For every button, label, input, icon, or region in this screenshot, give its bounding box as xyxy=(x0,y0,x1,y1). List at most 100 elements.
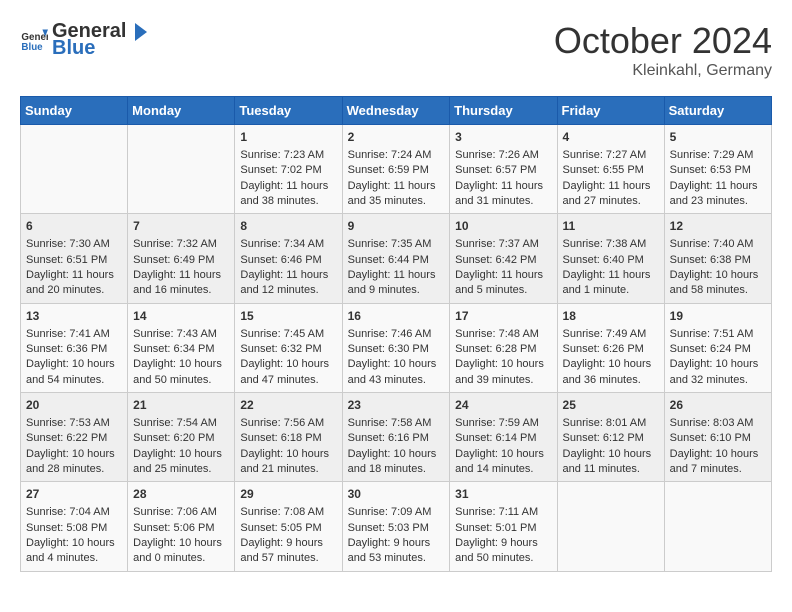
calendar-cell: 20Sunrise: 7:53 AMSunset: 6:22 PMDayligh… xyxy=(21,393,128,482)
day-number: 26 xyxy=(670,397,766,414)
calendar-cell: 24Sunrise: 7:59 AMSunset: 6:14 PMDayligh… xyxy=(450,393,557,482)
sunrise-text: Sunrise: 7:32 AM xyxy=(133,237,229,252)
sunset-text: Sunset: 6:28 PM xyxy=(455,342,551,357)
calendar-cell: 14Sunrise: 7:43 AMSunset: 6:34 PMDayligh… xyxy=(128,303,235,392)
daylight-text: Daylight: 10 hours and 11 minutes. xyxy=(563,447,659,478)
day-number: 1 xyxy=(240,129,336,146)
sunset-text: Sunset: 6:42 PM xyxy=(455,253,551,268)
daylight-text: Daylight: 10 hours and 32 minutes. xyxy=(670,357,766,388)
sunrise-text: Sunrise: 7:11 AM xyxy=(455,505,551,520)
calendar-cell: 3Sunrise: 7:26 AMSunset: 6:57 PMDaylight… xyxy=(450,125,557,214)
svg-text:Blue: Blue xyxy=(21,42,43,53)
daylight-text: Daylight: 11 hours and 23 minutes. xyxy=(670,179,766,210)
calendar-week-row: 13Sunrise: 7:41 AMSunset: 6:36 PMDayligh… xyxy=(21,303,772,392)
day-number: 12 xyxy=(670,218,766,235)
daylight-text: Daylight: 10 hours and 7 minutes. xyxy=(670,447,766,478)
sunset-text: Sunset: 6:59 PM xyxy=(348,163,445,178)
daylight-text: Daylight: 11 hours and 38 minutes. xyxy=(240,179,336,210)
sunrise-text: Sunrise: 7:27 AM xyxy=(563,148,659,163)
calendar-cell: 13Sunrise: 7:41 AMSunset: 6:36 PMDayligh… xyxy=(21,303,128,392)
day-number: 11 xyxy=(563,218,659,235)
title-block: October 2024 Kleinkahl, Germany xyxy=(554,20,772,80)
day-number: 29 xyxy=(240,486,336,503)
day-number: 6 xyxy=(26,218,122,235)
daylight-text: Daylight: 9 hours and 57 minutes. xyxy=(240,536,336,567)
daylight-text: Daylight: 10 hours and 43 minutes. xyxy=(348,357,445,388)
calendar-cell: 31Sunrise: 7:11 AMSunset: 5:01 PMDayligh… xyxy=(450,482,557,571)
sunrise-text: Sunrise: 7:34 AM xyxy=(240,237,336,252)
location-title: Kleinkahl, Germany xyxy=(554,62,772,80)
daylight-text: Daylight: 11 hours and 16 minutes. xyxy=(133,268,229,299)
sunset-text: Sunset: 6:30 PM xyxy=(348,342,445,357)
day-number: 5 xyxy=(670,129,766,146)
sunrise-text: Sunrise: 7:54 AM xyxy=(133,416,229,431)
sunset-text: Sunset: 6:38 PM xyxy=(670,253,766,268)
daylight-text: Daylight: 10 hours and 28 minutes. xyxy=(26,447,122,478)
sunrise-text: Sunrise: 7:38 AM xyxy=(563,237,659,252)
sunrise-text: Sunrise: 7:51 AM xyxy=(670,327,766,342)
day-number: 18 xyxy=(563,308,659,325)
sunrise-text: Sunrise: 7:43 AM xyxy=(133,327,229,342)
day-number: 3 xyxy=(455,129,551,146)
day-number: 17 xyxy=(455,308,551,325)
day-header-monday: Monday xyxy=(128,97,235,125)
sunset-text: Sunset: 6:51 PM xyxy=(26,253,122,268)
calendar-cell: 30Sunrise: 7:09 AMSunset: 5:03 PMDayligh… xyxy=(342,482,450,571)
calendar-header-row: SundayMondayTuesdayWednesdayThursdayFrid… xyxy=(21,97,772,125)
day-number: 16 xyxy=(348,308,445,325)
day-number: 13 xyxy=(26,308,122,325)
day-number: 23 xyxy=(348,397,445,414)
day-number: 8 xyxy=(240,218,336,235)
sunrise-text: Sunrise: 7:59 AM xyxy=(455,416,551,431)
calendar-cell xyxy=(557,482,664,571)
calendar-week-row: 27Sunrise: 7:04 AMSunset: 5:08 PMDayligh… xyxy=(21,482,772,571)
calendar-cell: 7Sunrise: 7:32 AMSunset: 6:49 PMDaylight… xyxy=(128,214,235,303)
logo-chevron-icon xyxy=(127,21,149,43)
sunrise-text: Sunrise: 7:49 AM xyxy=(563,327,659,342)
sunset-text: Sunset: 5:06 PM xyxy=(133,521,229,536)
day-number: 30 xyxy=(348,486,445,503)
day-number: 25 xyxy=(563,397,659,414)
day-number: 14 xyxy=(133,308,229,325)
sunrise-text: Sunrise: 7:26 AM xyxy=(455,148,551,163)
day-header-wednesday: Wednesday xyxy=(342,97,450,125)
calendar-cell xyxy=(664,482,771,571)
sunset-text: Sunset: 5:01 PM xyxy=(455,521,551,536)
sunrise-text: Sunrise: 7:48 AM xyxy=(455,327,551,342)
day-number: 20 xyxy=(26,397,122,414)
sunrise-text: Sunrise: 7:46 AM xyxy=(348,327,445,342)
sunrise-text: Sunrise: 7:53 AM xyxy=(26,416,122,431)
daylight-text: Daylight: 10 hours and 4 minutes. xyxy=(26,536,122,567)
calendar-week-row: 6Sunrise: 7:30 AMSunset: 6:51 PMDaylight… xyxy=(21,214,772,303)
sunrise-text: Sunrise: 7:06 AM xyxy=(133,505,229,520)
calendar-cell: 15Sunrise: 7:45 AMSunset: 6:32 PMDayligh… xyxy=(235,303,342,392)
sunset-text: Sunset: 6:16 PM xyxy=(348,431,445,446)
sunrise-text: Sunrise: 7:29 AM xyxy=(670,148,766,163)
calendar-week-row: 1Sunrise: 7:23 AMSunset: 7:02 PMDaylight… xyxy=(21,125,772,214)
sunset-text: Sunset: 6:44 PM xyxy=(348,253,445,268)
daylight-text: Daylight: 11 hours and 9 minutes. xyxy=(348,268,445,299)
sunset-text: Sunset: 5:05 PM xyxy=(240,521,336,536)
day-number: 21 xyxy=(133,397,229,414)
daylight-text: Daylight: 10 hours and 25 minutes. xyxy=(133,447,229,478)
sunrise-text: Sunrise: 7:56 AM xyxy=(240,416,336,431)
daylight-text: Daylight: 11 hours and 31 minutes. xyxy=(455,179,551,210)
month-title: October 2024 xyxy=(554,20,772,62)
sunrise-text: Sunrise: 7:23 AM xyxy=(240,148,336,163)
calendar-cell: 25Sunrise: 8:01 AMSunset: 6:12 PMDayligh… xyxy=(557,393,664,482)
day-header-saturday: Saturday xyxy=(664,97,771,125)
sunrise-text: Sunrise: 7:08 AM xyxy=(240,505,336,520)
day-number: 15 xyxy=(240,308,336,325)
day-number: 27 xyxy=(26,486,122,503)
calendar-table: SundayMondayTuesdayWednesdayThursdayFrid… xyxy=(20,96,772,572)
daylight-text: Daylight: 11 hours and 20 minutes. xyxy=(26,268,122,299)
sunrise-text: Sunrise: 7:24 AM xyxy=(348,148,445,163)
daylight-text: Daylight: 10 hours and 54 minutes. xyxy=(26,357,122,388)
calendar-cell: 23Sunrise: 7:58 AMSunset: 6:16 PMDayligh… xyxy=(342,393,450,482)
sunset-text: Sunset: 6:10 PM xyxy=(670,431,766,446)
calendar-cell xyxy=(21,125,128,214)
calendar-cell: 28Sunrise: 7:06 AMSunset: 5:06 PMDayligh… xyxy=(128,482,235,571)
daylight-text: Daylight: 10 hours and 21 minutes. xyxy=(240,447,336,478)
sunset-text: Sunset: 6:14 PM xyxy=(455,431,551,446)
sunset-text: Sunset: 6:55 PM xyxy=(563,163,659,178)
